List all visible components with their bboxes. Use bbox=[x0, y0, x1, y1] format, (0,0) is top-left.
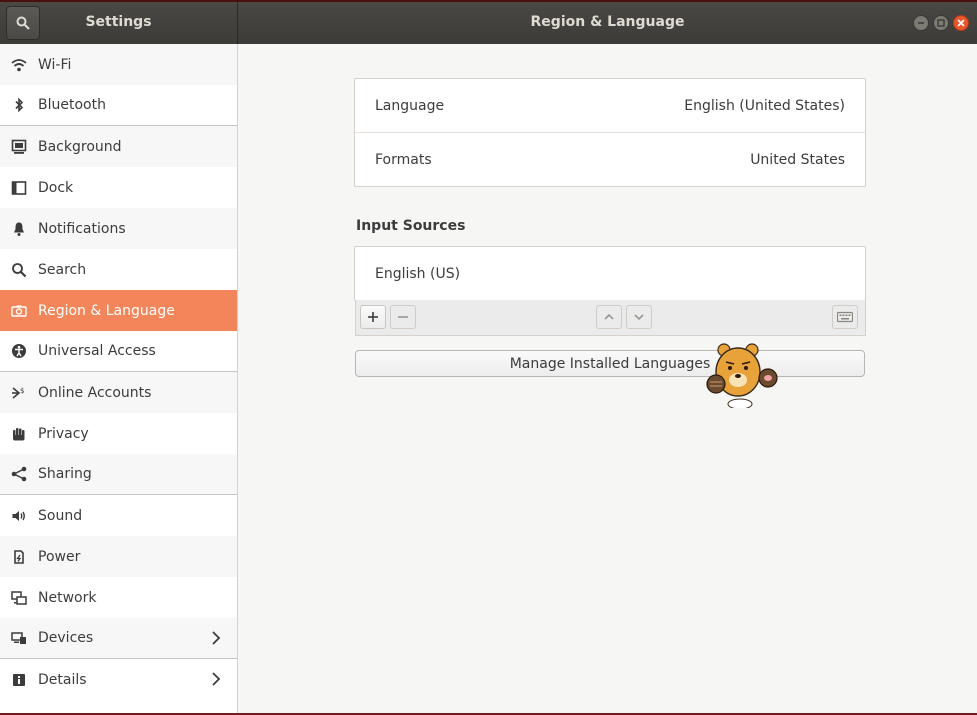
online-accounts-icon: $ bbox=[0, 385, 38, 401]
chevron-down-icon bbox=[634, 314, 644, 321]
sidebar-item-label: Sharing bbox=[38, 466, 92, 482]
sidebar-item-privacy[interactable]: Privacy bbox=[0, 413, 237, 454]
close-icon bbox=[957, 19, 965, 27]
page-title: Region & Language bbox=[530, 14, 685, 30]
svg-text:$: $ bbox=[20, 387, 24, 395]
language-value: English (United States) bbox=[684, 97, 845, 114]
close-button[interactable] bbox=[953, 15, 969, 31]
devices-icon bbox=[0, 630, 38, 646]
language-label: Language bbox=[375, 97, 445, 114]
sidebar-item-label: Details bbox=[38, 671, 87, 688]
header-bar: Settings Region & Language bbox=[0, 2, 977, 44]
input-source-label: English (US) bbox=[375, 266, 461, 282]
sidebar: Wi-Fi Bluetooth Background Dock Notifica… bbox=[0, 44, 238, 713]
sidebar-item-wifi[interactable]: Wi-Fi bbox=[0, 44, 237, 85]
sidebar-item-label: Privacy bbox=[38, 425, 89, 442]
sidebar-item-label: Wi-Fi bbox=[38, 56, 72, 73]
language-formats-frame: Language English (United States) Formats… bbox=[354, 78, 866, 187]
sidebar-item-label: Notifications bbox=[38, 220, 126, 237]
bear-sticker-image bbox=[706, 343, 778, 408]
sidebar-item-bluetooth[interactable]: Bluetooth bbox=[0, 85, 237, 126]
sidebar-item-label: Region & Language bbox=[38, 302, 175, 319]
input-sources-toolbar bbox=[355, 300, 866, 336]
sidebar-item-background[interactable]: Background bbox=[0, 126, 237, 167]
speaker-icon bbox=[0, 508, 38, 524]
input-sources-list: English (US) bbox=[354, 246, 866, 301]
sidebar-item-label: Power bbox=[38, 548, 81, 565]
info-icon bbox=[0, 672, 38, 688]
dock-icon bbox=[0, 180, 38, 196]
power-icon bbox=[0, 549, 38, 565]
minimize-icon bbox=[918, 22, 924, 24]
sidebar-item-label: Dock bbox=[38, 179, 74, 196]
sidebar-item-notifications[interactable]: Notifications bbox=[0, 208, 237, 249]
move-up-button[interactable] bbox=[596, 305, 622, 329]
sidebar-item-label: Network bbox=[38, 589, 97, 606]
sidebar-item-power[interactable]: Power bbox=[0, 536, 237, 577]
header-left: Settings bbox=[0, 2, 238, 44]
sidebar-item-universal-access[interactable]: Universal Access bbox=[0, 331, 237, 372]
sidebar-item-region-language[interactable]: Region & Language bbox=[0, 290, 237, 331]
minimize-button[interactable] bbox=[913, 15, 929, 31]
maximize-button[interactable] bbox=[933, 15, 949, 31]
bluetooth-icon bbox=[0, 97, 38, 113]
sidebar-item-label: Background bbox=[38, 138, 122, 155]
sidebar-item-label: Search bbox=[38, 261, 87, 278]
accessibility-icon bbox=[0, 343, 38, 359]
wifi-icon bbox=[0, 57, 38, 73]
sidebar-item-label: Online Accounts bbox=[38, 384, 152, 401]
sidebar-item-label: Devices bbox=[38, 630, 94, 646]
manage-installed-languages-button[interactable]: Manage Installed Languages bbox=[355, 350, 865, 377]
chevron-up-icon bbox=[604, 313, 614, 320]
formats-row[interactable]: Formats United States bbox=[355, 133, 865, 187]
window-controls bbox=[913, 15, 969, 31]
remove-input-source-button[interactable] bbox=[390, 305, 416, 329]
keyboard-icon bbox=[837, 311, 853, 323]
settings-window: Settings Region & Language Wi-Fi Bluetoo… bbox=[0, 0, 977, 715]
share-icon bbox=[0, 466, 38, 482]
input-source-row[interactable]: English (US) bbox=[355, 247, 865, 301]
sidebar-item-label: Bluetooth bbox=[38, 97, 106, 113]
bell-icon bbox=[0, 221, 38, 237]
sidebar-item-dock[interactable]: Dock bbox=[0, 167, 237, 208]
formats-label: Formats bbox=[375, 152, 432, 168]
maximize-icon bbox=[937, 19, 945, 27]
sidebar-item-label: Sound bbox=[38, 507, 83, 524]
language-row[interactable]: Language English (United States) bbox=[355, 79, 865, 133]
sidebar-item-search[interactable]: Search bbox=[0, 249, 237, 290]
sidebar-item-sharing[interactable]: Sharing bbox=[0, 454, 237, 495]
sidebar-item-sound[interactable]: Sound bbox=[0, 495, 237, 536]
sidebar-item-devices[interactable]: Devices bbox=[0, 618, 237, 659]
camera-icon bbox=[0, 303, 38, 319]
background-icon bbox=[0, 139, 38, 155]
chevron-right-icon bbox=[212, 631, 221, 645]
sidebar-item-details[interactable]: Details bbox=[0, 659, 237, 700]
sidebar-item-online-accounts[interactable]: $ Online Accounts bbox=[0, 372, 237, 413]
minus-icon bbox=[398, 316, 408, 318]
search-icon bbox=[0, 262, 38, 278]
hand-icon bbox=[0, 426, 38, 442]
move-down-button[interactable] bbox=[626, 305, 652, 329]
add-input-source-button[interactable] bbox=[360, 305, 386, 329]
sidebar-title: Settings bbox=[85, 14, 152, 30]
chevron-right-icon bbox=[212, 672, 221, 686]
sidebar-item-network[interactable]: Network bbox=[0, 577, 237, 618]
sidebar-item-label: Universal Access bbox=[38, 343, 156, 359]
main-content: Language English (United States) Formats… bbox=[239, 44, 977, 713]
plus-icon bbox=[368, 312, 378, 322]
formats-value: United States bbox=[750, 152, 845, 168]
header-right: Region & Language bbox=[238, 2, 977, 44]
input-sources-heading: Input Sources bbox=[356, 218, 466, 234]
network-icon bbox=[0, 590, 38, 606]
keyboard-layout-button[interactable] bbox=[832, 305, 858, 329]
